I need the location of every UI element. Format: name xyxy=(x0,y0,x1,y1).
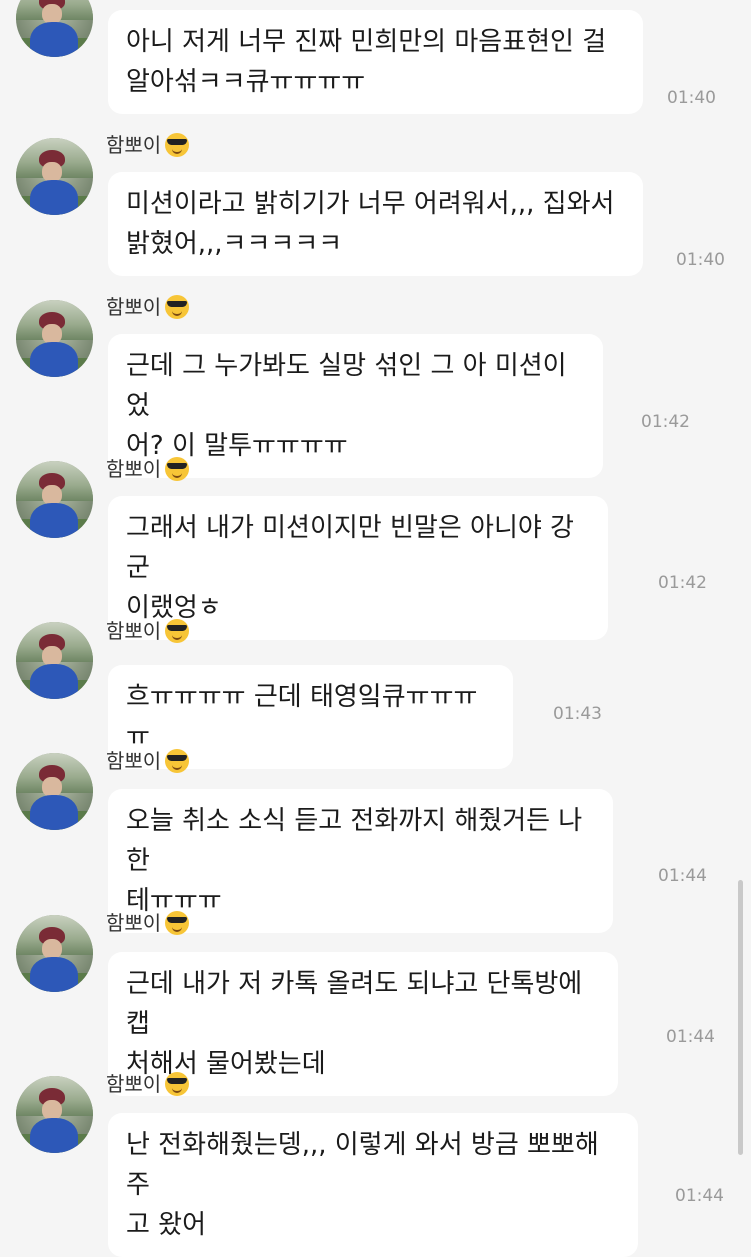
smiling-face-with-sunglasses-icon xyxy=(165,749,190,773)
message-timestamp: 01:40 xyxy=(667,88,716,108)
smiling-face-with-sunglasses-icon xyxy=(165,133,190,157)
message-timestamp: 01:42 xyxy=(658,573,707,593)
chat-room: 아니 저게 너무 진짜 민희만의 마음표현인 걸 알아섞ㅋㅋ큐ㅠㅠㅠㅠ 01:40… xyxy=(0,0,751,1257)
avatar[interactable] xyxy=(16,1076,93,1153)
scrollbar[interactable] xyxy=(738,880,743,1155)
message-timestamp: 01:44 xyxy=(666,1027,715,1047)
avatar[interactable] xyxy=(16,915,93,992)
sender-name-label: 함뽀이 xyxy=(106,295,162,319)
avatar[interactable] xyxy=(16,300,93,377)
avatar[interactable] xyxy=(16,753,93,830)
sender-name: 함뽀이 xyxy=(106,295,190,319)
avatar[interactable] xyxy=(16,138,93,215)
message-bubble[interactable]: 미션이라고 밝히기가 너무 어려워서,,, 집와서 밝혔어,,,ㅋㅋㅋㅋㅋ xyxy=(108,172,643,276)
avatar[interactable] xyxy=(16,461,93,538)
message-timestamp: 01:42 xyxy=(641,412,690,432)
message-timestamp: 01:40 xyxy=(676,250,725,270)
sender-name: 함뽀이 xyxy=(106,619,190,643)
message-timestamp: 01:43 xyxy=(553,704,602,724)
avatar[interactable] xyxy=(16,622,93,699)
smiling-face-with-sunglasses-icon xyxy=(165,295,190,319)
sender-name: 함뽀이 xyxy=(106,1072,190,1096)
sender-name-label: 함뽀이 xyxy=(106,1072,162,1096)
message-timestamp: 01:44 xyxy=(675,1186,724,1206)
sender-name-label: 함뽀이 xyxy=(106,133,162,157)
smiling-face-with-sunglasses-icon xyxy=(165,457,190,481)
smiling-face-with-sunglasses-icon xyxy=(165,619,190,643)
sender-name: 함뽀이 xyxy=(106,749,190,773)
message-bubble[interactable]: 난 전화해줬는뎅,,, 이렇게 와서 방금 뽀뽀해주 고 왔어 xyxy=(108,1113,638,1257)
sender-name: 함뽀이 xyxy=(106,911,190,935)
avatar[interactable] xyxy=(16,0,93,57)
message-bubble[interactable]: 아니 저게 너무 진짜 민희만의 마음표현인 걸 알아섞ㅋㅋ큐ㅠㅠㅠㅠ xyxy=(108,10,643,114)
sender-name: 함뽀이 xyxy=(106,133,190,157)
sender-name-label: 함뽀이 xyxy=(106,749,162,773)
sender-name-label: 함뽀이 xyxy=(106,911,162,935)
smiling-face-with-sunglasses-icon xyxy=(165,911,190,935)
sender-name: 함뽀이 xyxy=(106,457,190,481)
message-timestamp: 01:44 xyxy=(658,866,707,886)
smiling-face-with-sunglasses-icon xyxy=(165,1072,190,1096)
sender-name-label: 함뽀이 xyxy=(106,457,162,481)
sender-name-label: 함뽀이 xyxy=(106,619,162,643)
